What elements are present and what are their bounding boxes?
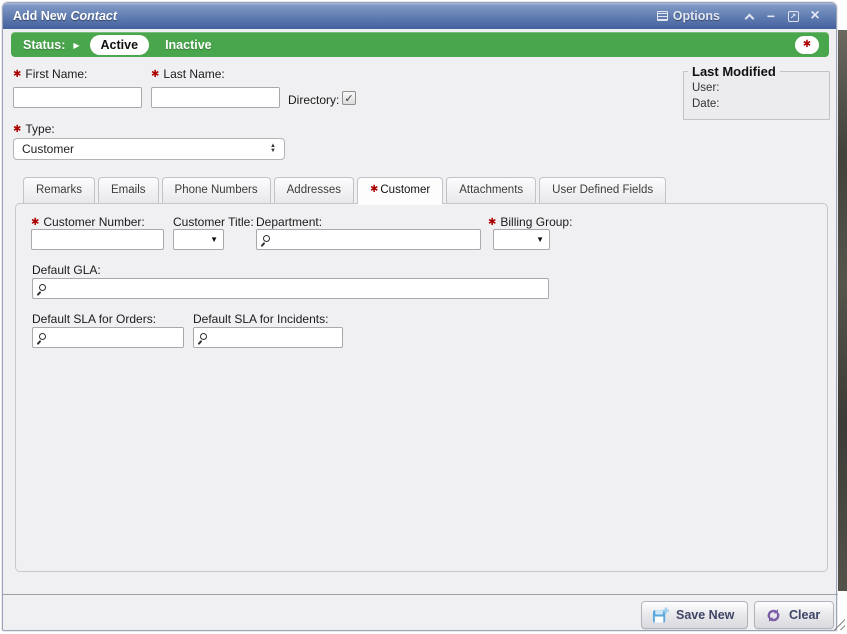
type-select[interactable]: Customer ▲▼ [13,138,285,160]
minimize-icon: − [767,11,775,21]
department-label: Department: [256,215,322,229]
last-name-label: ✱Last Name: [151,67,225,81]
billing-group-select[interactable]: ▼ [493,229,550,250]
department-lookup[interactable] [256,229,481,250]
check-icon: ✓ [344,92,353,105]
customer-number-label: ✱Customer Number: [31,215,145,229]
tab-strip: Remarks Emails Phone Numbers Addresses ✱… [23,177,669,204]
directory-label: Directory: [288,93,339,107]
dropdown-arrow-icon: ▼ [210,235,218,244]
directory-checkbox[interactable]: ✓ [342,91,356,105]
required-asterisk-icon: ✱ [803,39,811,50]
clear-button[interactable]: Clear [754,601,834,629]
status-option-inactive[interactable]: Inactive [165,38,212,52]
tab-emails[interactable]: Emails [98,177,159,203]
spinner-arrows-icon: ▲▼ [270,144,276,154]
default-sla-incidents-label: Default SLA for Incidents: [193,312,328,326]
close-icon: × [810,9,819,23]
refresh-icon [765,607,782,624]
options-list-icon [657,11,668,21]
close-button[interactable]: × [804,7,826,25]
collapse-button[interactable] [738,7,760,25]
first-name-label: ✱First Name: [13,67,87,81]
required-icon: ✱ [151,69,159,80]
type-label: ✱Type: [13,122,55,136]
default-sla-incidents-lookup[interactable] [193,327,343,348]
tab-attachments[interactable]: Attachments [446,177,536,203]
add-new-contact-dialog: Add NewContact Options − ↗ × Status: ▶ A… [2,2,837,631]
last-modified-title: Last Modified [688,64,780,79]
popout-icon: ↗ [788,11,799,22]
save-disk-icon [652,607,669,624]
popout-button[interactable]: ↗ [782,7,804,25]
chevron-up-icon [744,13,754,23]
required-icon: ✱ [488,217,496,228]
minimize-button[interactable]: − [760,7,782,25]
customer-title-select[interactable]: ▼ [173,229,224,250]
default-sla-orders-input[interactable] [33,328,183,347]
tab-customer[interactable]: ✱Customer [357,177,443,204]
last-modified-date-label: Date: [692,96,821,112]
type-select-value: Customer [22,142,74,156]
tab-user-defined-fields[interactable]: User Defined Fields [539,177,666,203]
default-sla-orders-lookup[interactable] [32,327,184,348]
status-option-active[interactable]: Active [90,35,150,55]
required-icon: ✱ [31,217,39,228]
customer-title-label: Customer Title: [173,215,254,229]
default-gla-lookup[interactable] [32,278,549,299]
last-modified-group: Last Modified User: Date: [683,64,830,120]
first-name-input[interactable] [13,87,142,108]
search-icon [39,284,46,291]
default-sla-incidents-input[interactable] [194,328,342,347]
default-sla-orders-label: Default SLA for Orders: [32,312,156,326]
default-gla-input[interactable] [33,279,548,298]
dialog-title: Add NewContact [13,9,117,23]
status-label: Status: [23,38,65,52]
search-icon [39,333,46,340]
tab-remarks[interactable]: Remarks [23,177,95,203]
billing-group-label: ✱Billing Group: [488,215,572,229]
status-bar: Status: ▶ Active Inactive ✱ [11,32,829,57]
search-icon [200,333,207,340]
status-arrow-icon: ▶ [73,41,79,50]
required-fields-button[interactable]: ✱ [795,36,819,54]
department-input[interactable] [257,230,480,249]
save-new-button[interactable]: Save New [641,601,748,629]
required-icon: ✱ [370,184,378,195]
footer-divider [3,594,838,595]
dropdown-arrow-icon: ▼ [536,235,544,244]
tab-phone-numbers[interactable]: Phone Numbers [162,177,271,203]
required-icon: ✱ [13,69,21,80]
page-backdrop [838,30,847,591]
customer-tab-panel [15,203,828,572]
tab-addresses[interactable]: Addresses [274,177,354,203]
customer-number-input[interactable] [31,229,164,250]
last-modified-user-label: User: [692,80,821,96]
options-button[interactable]: Options [657,9,720,23]
default-gla-label: Default GLA: [32,263,101,277]
dialog-titlebar: Add NewContact Options − ↗ × [3,3,836,29]
last-name-input[interactable] [151,87,280,108]
search-icon [263,235,270,242]
required-icon: ✱ [13,124,21,135]
